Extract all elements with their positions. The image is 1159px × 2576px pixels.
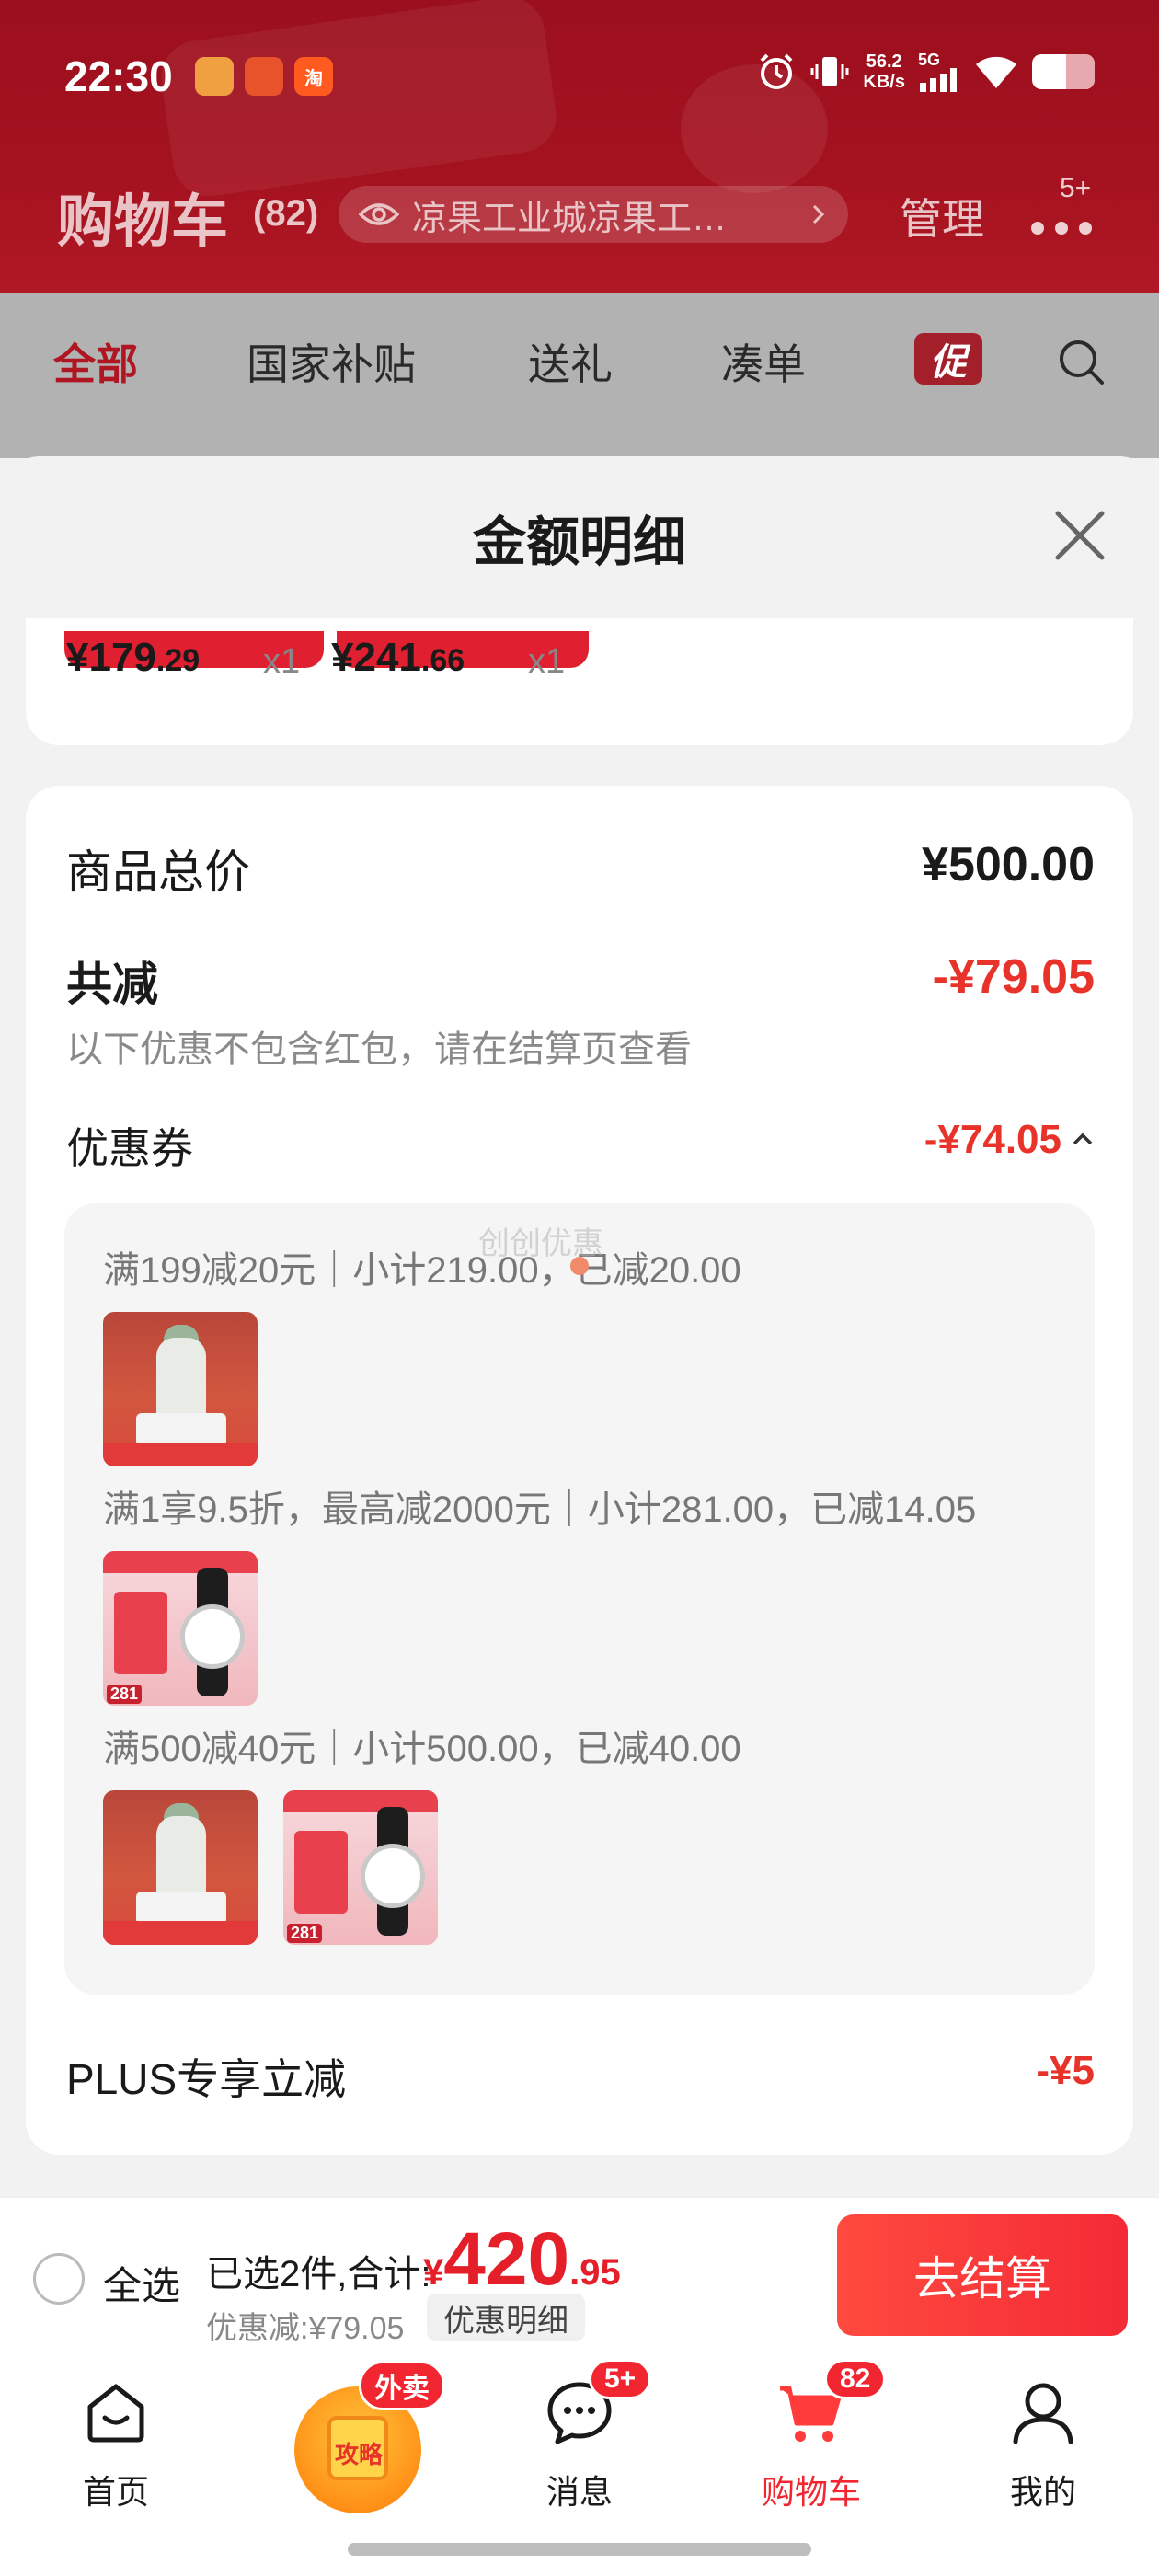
checkout-bar: 全选 已选2件,合计: ¥420.95 优惠减:¥79.05 优惠明细 去结算 <box>0 2197 1159 2357</box>
search-icon[interactable] <box>1056 337 1107 388</box>
home-indicator[interactable] <box>348 2543 811 2556</box>
status-icons: 56.2 KB/s 5G <box>756 52 1095 92</box>
nav-badge: 外卖 <box>359 2361 445 2410</box>
page-title: 购物车 <box>57 190 229 254</box>
item-price-dec: .29 <box>155 643 201 678</box>
reduce-note: 以下优惠不包含红包，请在结算页查看 <box>66 1029 692 1070</box>
nav-label: 我的 <box>1009 2473 1076 2511</box>
status-time: 22:30 <box>64 52 173 100</box>
wifi-icon <box>976 56 1016 88</box>
battery-empty-portion <box>1066 54 1095 89</box>
cart-title-row: 购物车 (82) 凉果工业城凉果工… 管理 5+ <box>0 166 1159 267</box>
alarm-icon <box>761 53 793 89</box>
net-speed-value: 56.2 <box>866 52 902 72</box>
discount-summary: 优惠减:¥79.05 <box>206 2311 405 2346</box>
status-bar: 22:30 淘 56.2 KB/s 5G <box>0 0 1159 156</box>
taobao-notification-icon: 淘 <box>294 57 333 96</box>
discount-detail-button[interactable]: 优惠明细 <box>427 2294 585 2341</box>
tab-combine-order[interactable]: 凑单 <box>721 331 806 392</box>
takeout-inner-text: 攻略 <box>334 2441 383 2468</box>
address-text: 凉果工业城凉果工… <box>412 199 728 238</box>
nav-cart[interactable]: 82 购物车 <box>695 2357 927 2523</box>
item-price-dec: .66 <box>420 643 465 678</box>
total-price: ¥420.95 <box>423 2216 621 2303</box>
product-thumbnail-bottle[interactable] <box>103 1312 258 1466</box>
item-price-int: ¥241 <box>331 635 421 680</box>
coupon-rule: 满500减40元｜小计500.00，已减40.00 <box>103 1729 741 1769</box>
amount-breakdown-card: 商品总价 ¥500.00 共减 -¥79.05 以下优惠不包含红包，请在结算页查… <box>26 786 1133 2155</box>
total-currency: ¥ <box>423 2252 444 2293</box>
battery-icon <box>1032 54 1095 89</box>
cart-count: (82) <box>253 193 319 234</box>
coupon-label: 优惠券 <box>66 1124 193 1172</box>
tab-promotion[interactable]: 促 <box>914 333 982 385</box>
net-speed: 56.2 KB/s <box>863 52 905 92</box>
signal-group: 5G <box>918 52 960 92</box>
touch-indicator <box>570 1257 589 1275</box>
top-header: 22:30 淘 56.2 KB/s 5G 购物车 (82) 凉果工业城凉果工… 管… <box>0 0 1159 293</box>
more-icon[interactable] <box>1028 202 1102 248</box>
selected-summary: 已选2件,合计: <box>206 2254 431 2294</box>
goods-total-value: ¥500.00 <box>922 838 1095 891</box>
eye-icon <box>359 203 399 225</box>
coupon-rule: 满1享9.5折，最高减2000元｜小计281.00，已减14.05 <box>103 1489 977 1530</box>
item-qty: x1 <box>528 642 566 681</box>
address-selector[interactable]: 凉果工业城凉果工… <box>339 186 848 243</box>
signal-icon <box>920 68 957 92</box>
app-notification-icon <box>245 57 283 96</box>
coupon-rule: 满199减20元｜小计219.00，已减20.00 <box>103 1250 741 1291</box>
nav-label: 购物车 <box>761 2473 861 2511</box>
app-notification-icon <box>195 57 234 96</box>
nav-takeout[interactable]: 攻略 外卖 <box>258 2357 489 2523</box>
reduce-label: 共减 <box>66 959 158 1010</box>
coupon-detail-box: 满199减20元｜小计219.00，已减20.00 满1享9.5折，最高减200… <box>64 1203 1095 1995</box>
network-type: 5G <box>918 51 941 69</box>
select-all-checkbox[interactable] <box>33 2253 85 2305</box>
nav-badge: 5+ <box>589 2359 652 2399</box>
plus-label: PLUS专享立减 <box>66 2055 347 2103</box>
nav-label: 首页 <box>82 2473 149 2511</box>
nav-messages[interactable]: 5+ 消息 <box>464 2357 695 2523</box>
chevron-right-icon <box>812 204 825 224</box>
more-badge: 5+ <box>1060 173 1092 203</box>
sheet-header: 金额明细 <box>0 456 1159 618</box>
total-dec: .95 <box>569 2252 621 2293</box>
checkout-button[interactable]: 去结算 <box>837 2214 1128 2336</box>
nav-badge: 82 <box>824 2359 887 2399</box>
nav-profile[interactable]: 我的 <box>927 2357 1159 2523</box>
sheet-title: 金额明细 <box>472 512 686 572</box>
tab-national-subsidy[interactable]: 国家补贴 <box>247 331 416 392</box>
plus-value: -¥5 <box>1036 2048 1095 2093</box>
select-all-label[interactable]: 全选 <box>103 2255 180 2311</box>
reduce-value: -¥79.05 <box>932 950 1095 1004</box>
item-price: ¥179.29 <box>66 635 200 681</box>
product-thumbnail-watch[interactable]: 281 <box>103 1551 258 1706</box>
product-thumbnail-bottle[interactable] <box>103 1790 258 1945</box>
profile-icon <box>1013 2383 1073 2444</box>
product-thumbnail-watch[interactable]: 281 <box>283 1790 438 1945</box>
item-price: ¥241.66 <box>331 635 465 681</box>
thumb-price: 281 <box>287 1924 323 1943</box>
tab-all[interactable]: 全部 <box>53 331 138 392</box>
filter-tabs: 全部 国家补贴 送礼 凑单 促 <box>0 293 1159 458</box>
amount-detail-sheet: 金额明细 ¥179.29 x1 ¥241.66 x1 商品总价 ¥500.00 … <box>0 456 1159 2197</box>
coupon-toggle[interactable]: -¥74.05 <box>924 1117 1095 1163</box>
coupon-value: -¥74.05 <box>924 1117 1061 1162</box>
manage-button[interactable]: 管理 <box>900 186 984 247</box>
nav-label: 消息 <box>545 2473 613 2511</box>
item-qty: x1 <box>263 642 301 681</box>
watermark: 创创优惠 <box>478 1226 603 1261</box>
vibrate-icon <box>810 57 849 86</box>
home-icon <box>87 2384 144 2443</box>
nav-home[interactable]: 首页 <box>0 2357 232 2523</box>
thumb-price: 281 <box>107 1685 143 1704</box>
goods-total-label: 商品总价 <box>66 846 250 898</box>
net-speed-unit: KB/s <box>863 72 905 92</box>
chevron-up-icon <box>1073 1133 1093 1145</box>
total-int: 420 <box>443 2217 570 2301</box>
close-icon[interactable] <box>1050 506 1109 565</box>
tab-gift[interactable]: 送礼 <box>528 331 613 392</box>
item-price-int: ¥179 <box>66 635 156 680</box>
